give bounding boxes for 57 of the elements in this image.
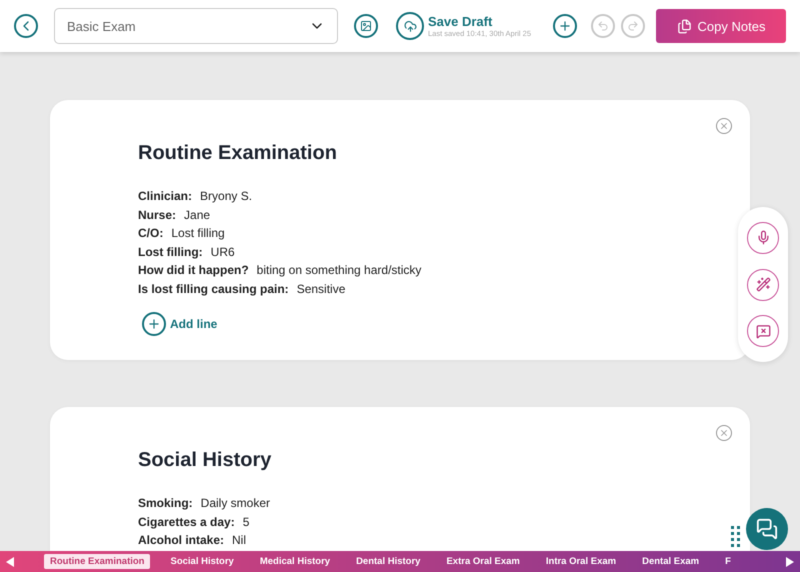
section-tab[interactable]: Medical History [254, 554, 336, 569]
close-button[interactable] [716, 118, 732, 134]
field-label: Nurse: [138, 208, 176, 222]
triangle-right-icon [786, 556, 794, 566]
section-tab[interactable]: Extra Oral Exam [440, 554, 526, 569]
image-button[interactable] [354, 14, 378, 38]
section-tab[interactable]: Social History [164, 554, 240, 569]
section-title: Social History [138, 449, 272, 472]
field-label: Cigarettes a day: [138, 514, 235, 529]
field-label: Clinician: [138, 189, 192, 204]
copy-notes-button[interactable]: Copy Notes [656, 9, 786, 43]
magic-wand-icon [756, 277, 770, 292]
close-icon [719, 121, 729, 131]
field-value: UR6 [210, 244, 235, 259]
add-button[interactable] [553, 14, 577, 38]
image-icon [360, 20, 372, 32]
message-x-icon [756, 324, 770, 339]
section-tab[interactable]: Dental Exam [636, 554, 706, 569]
message-x-button[interactable] [747, 315, 779, 348]
microphone-button[interactable] [747, 222, 779, 254]
triangle-left-icon [6, 556, 14, 566]
field-value: Daily smoker [200, 496, 270, 510]
cloud-upload-icon [396, 12, 424, 40]
field-label: How did it happen? [138, 263, 249, 278]
undo-icon [597, 20, 609, 32]
field-value: Lost filling [171, 226, 225, 240]
close-button[interactable] [716, 425, 732, 441]
field-value: Nil [232, 533, 246, 548]
redo-icon [627, 20, 639, 32]
section-title: Routine Examination [138, 142, 338, 165]
close-icon [719, 428, 729, 438]
field-value: biting on something hard/sticky [256, 263, 422, 278]
field-label: Smoking: [138, 496, 193, 510]
section-tab[interactable]: Intra Oral Exam [540, 554, 622, 569]
back-button[interactable] [14, 14, 38, 38]
plus-icon [558, 19, 572, 33]
files-icon [676, 18, 692, 34]
field-label: Lost filling: [138, 244, 203, 259]
field-label: Is lost filling causing pain: [138, 282, 289, 296]
microphone-icon [756, 230, 770, 246]
chat-button[interactable] [746, 508, 788, 550]
save-draft-label: Save Draft [428, 14, 492, 29]
magic-wand-button[interactable] [747, 268, 779, 300]
section-tab[interactable]: Dental History [350, 554, 426, 569]
field-value: Bryony S. [200, 189, 252, 204]
drag-handle-icon[interactable] [731, 526, 740, 548]
add-line-button[interactable]: Add line [142, 312, 218, 336]
section-tab[interactable]: Routine Examination [44, 554, 150, 569]
field-value: 5 [242, 514, 250, 529]
chat-bubbles-icon [756, 518, 778, 540]
field-value: Sensitive [296, 282, 346, 296]
section-tab[interactable]: F [719, 554, 737, 569]
field-label: Alcohol intake: [138, 533, 224, 548]
plus-circle-icon [142, 312, 166, 336]
field-value: Jane [184, 208, 210, 222]
template-dropdown[interactable]: Basic Exam [54, 8, 338, 44]
field-label: C/O: [138, 226, 164, 240]
